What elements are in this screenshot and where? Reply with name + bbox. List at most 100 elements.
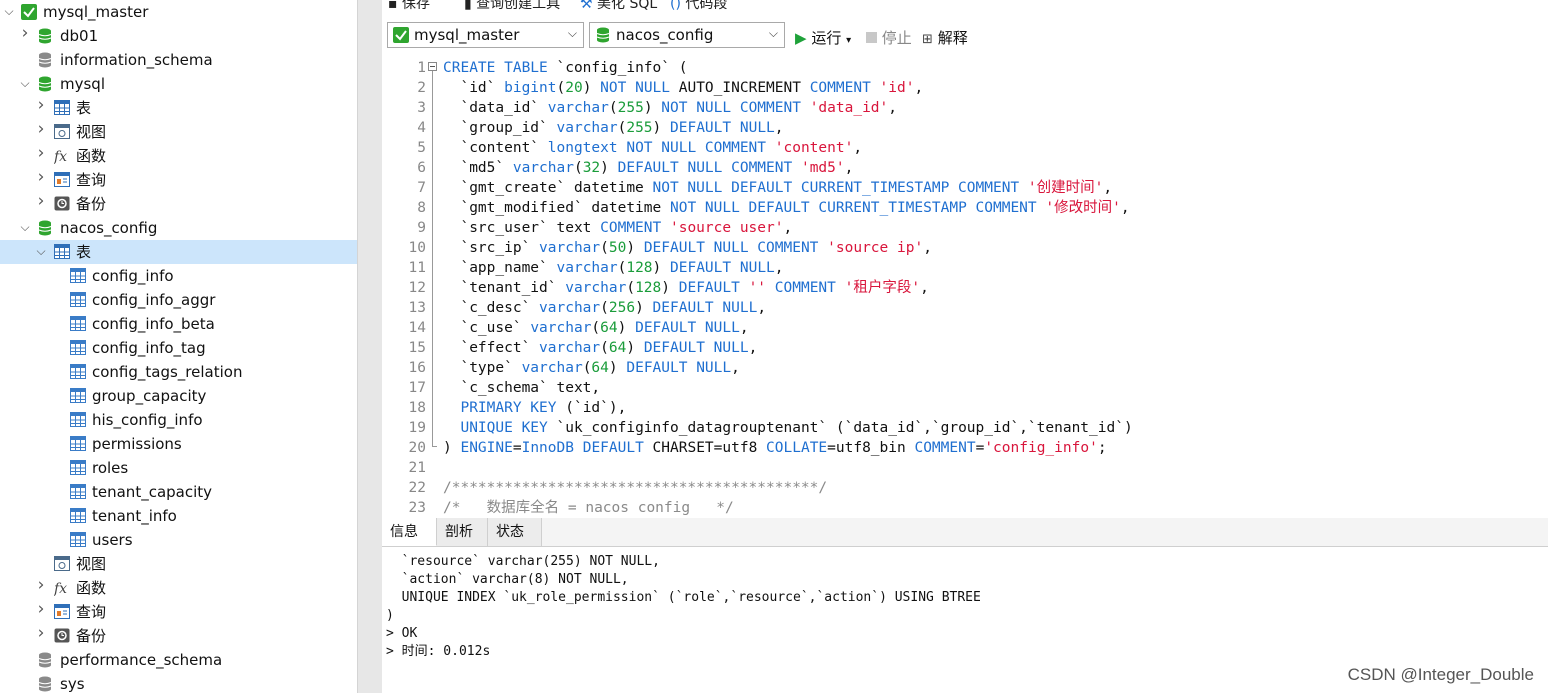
view-icon <box>54 556 70 572</box>
explain-icon: ⊞ <box>922 32 933 47</box>
chevron-down-icon[interactable]: ⌵ <box>20 77 30 89</box>
sidebar-item-group_capacity[interactable]: group_capacity <box>0 384 357 408</box>
sidebar-item-permissions[interactable]: permissions <box>0 432 357 456</box>
chevron-down-icon: ⌵ <box>768 26 778 40</box>
code-line: `src_ip` varchar(50) DEFAULT NULL COMMEN… <box>443 240 932 256</box>
chevron-down-icon[interactable]: ⌵ <box>20 221 30 233</box>
sidebar-item-view[interactable]: › 视图 <box>0 120 357 144</box>
chevron-right-icon[interactable]: › <box>36 169 46 186</box>
code-snippet-button[interactable]: () 代码段 <box>670 0 727 12</box>
query-builder-button[interactable]: ▮ 查询创建工具 <box>464 0 560 12</box>
table-icon <box>70 412 86 428</box>
sidebar-item-label: tenant_capacity <box>92 483 213 501</box>
chevron-right-icon[interactable]: › <box>36 577 46 594</box>
run-button[interactable]: ▶ 运行 ▾ <box>795 27 851 48</box>
sidebar-item-users[interactable]: users <box>0 528 357 552</box>
sidebar-item-mysql[interactable]: ⌵ mysql <box>0 72 357 96</box>
table-icon <box>70 364 86 380</box>
sidebar-item-label: 视图 <box>76 123 107 141</box>
sidebar-item-query[interactable]: › 查询 <box>0 168 357 192</box>
code-line: `md5` varchar(32) DEFAULT NULL COMMENT '… <box>443 160 854 176</box>
sidebar-splitter[interactable] <box>357 0 382 693</box>
sidebar-item-backup[interactable]: › 备份 <box>0 192 357 216</box>
database-gray-icon <box>38 652 54 668</box>
tab-info[interactable]: 信息 <box>382 518 437 546</box>
sidebar-item-table-folder[interactable]: ⌵ 表 <box>0 240 357 264</box>
line-number: 1 <box>417 60 426 76</box>
explain-button[interactable]: ⊞ 解释 <box>922 27 968 48</box>
code-line: UNIQUE KEY `uk_configinfo_datagrouptenan… <box>460 420 1133 436</box>
sidebar-item-function[interactable]: › fx 函数 <box>0 144 357 168</box>
chevron-right-icon[interactable]: › <box>36 145 46 162</box>
sidebar-item-backup[interactable]: › 备份 <box>0 624 357 648</box>
sidebar-item-performance_schema[interactable]: performance_schema <box>0 648 357 672</box>
table-icon <box>70 508 86 524</box>
stop-button[interactable]: 停止 <box>866 27 912 48</box>
sidebar-item-query[interactable]: › 查询 <box>0 600 357 624</box>
code-line: CREATE TABLE `config_info` ( <box>443 60 688 76</box>
line-number: 18 <box>408 400 426 416</box>
tab-profile[interactable]: 剖析 <box>437 518 488 546</box>
sidebar-item-label: group_capacity <box>92 387 207 405</box>
line-number: 19 <box>408 420 426 436</box>
database-select-value: nacos_config <box>616 26 714 44</box>
output-line: `action` varchar(8) NOT NULL, <box>386 572 629 587</box>
chevron-right-icon[interactable]: › <box>36 121 46 138</box>
caret-down-icon: ▾ <box>846 35 852 46</box>
sidebar-item-label: config_tags_relation <box>92 363 243 381</box>
sidebar-item-sys[interactable]: sys <box>0 672 357 693</box>
chevron-down-icon[interactable]: ⌵ <box>4 5 14 17</box>
line-number: 20 <box>408 440 426 456</box>
sidebar-item-config_info[interactable]: config_info <box>0 264 357 288</box>
code-line: `gmt_modified` datetime NOT NULL DEFAULT… <box>443 200 1130 216</box>
sidebar-item-information_schema[interactable]: information_schema <box>0 48 357 72</box>
sidebar-item-function[interactable]: › fx 函数 <box>0 576 357 600</box>
sidebar-item-label: 备份 <box>76 195 107 213</box>
sidebar-item-label: 函数 <box>76 579 107 597</box>
code-line: `src_user` text COMMENT 'source user', <box>443 220 793 236</box>
sidebar-item-roles[interactable]: roles <box>0 456 357 480</box>
database-select[interactable]: nacos_config ⌵ <box>589 22 785 48</box>
sidebar-item-tenant_capacity[interactable]: tenant_capacity <box>0 480 357 504</box>
connection-select[interactable]: mysql_master ⌵ <box>387 22 584 48</box>
chevron-down-icon[interactable]: ⌵ <box>36 245 46 257</box>
sidebar-item-nacos_config[interactable]: ⌵ nacos_config <box>0 216 357 240</box>
sidebar-item-mysql_master[interactable]: ⌵ mysql_master <box>0 0 357 24</box>
sidebar-item-his_config_info[interactable]: his_config_info <box>0 408 357 432</box>
sidebar-item-view[interactable]: 视图 <box>0 552 357 576</box>
sidebar-item-config_info_aggr[interactable]: config_info_aggr <box>0 288 357 312</box>
builder-icon: ▮ <box>464 0 477 12</box>
fold-toggle-icon[interactable] <box>428 62 437 71</box>
sidebar-item-tenant_info[interactable]: tenant_info <box>0 504 357 528</box>
line-number: 9 <box>417 220 426 236</box>
code-line: `app_name` varchar(128) DEFAULT NULL, <box>443 260 784 276</box>
svg-text:fx: fx <box>54 149 67 164</box>
code-line: /* 数据库全名 = nacos_config */ <box>443 500 734 515</box>
query-icon <box>54 604 70 620</box>
fold-guide <box>432 67 433 447</box>
chevron-right-icon[interactable]: › <box>20 25 30 42</box>
tab-status[interactable]: 状态 <box>488 518 542 546</box>
code-line: ) ENGINE=InnoDB DEFAULT CHARSET=utf8 COL… <box>443 440 1107 456</box>
sidebar-item-label: his_config_info <box>92 411 203 429</box>
save-button[interactable]: ▪ 保存 <box>388 0 430 12</box>
backup-icon <box>54 196 70 212</box>
line-number: 17 <box>408 380 426 396</box>
sidebar-item-config_tags_relation[interactable]: config_tags_relation <box>0 360 357 384</box>
sidebar-item-config_info_beta[interactable]: config_info_beta <box>0 312 357 336</box>
line-number: 8 <box>417 200 426 216</box>
sidebar-item-table-folder[interactable]: › 表 <box>0 96 357 120</box>
line-number: 3 <box>417 100 426 116</box>
sql-editor[interactable]: 1 2 3 4 5 6 7 8 9 10 11 12 13 14 15 16 17 18 19 20 21 22 23 CR… <box>382 57 1548 515</box>
chevron-right-icon[interactable]: › <box>36 97 46 114</box>
chevron-right-icon[interactable]: › <box>36 193 46 210</box>
database-icon <box>596 27 610 43</box>
chevron-right-icon[interactable]: › <box>36 625 46 642</box>
sidebar-item-config_info_tag[interactable]: config_info_tag <box>0 336 357 360</box>
sidebar-item-label: information_schema <box>60 51 213 69</box>
chevron-right-icon[interactable]: › <box>36 601 46 618</box>
query-icon <box>54 172 70 188</box>
sidebar-item-db01[interactable]: › db01 <box>0 24 357 48</box>
code-line: `tenant_id` varchar(128) DEFAULT '' COMM… <box>443 280 929 296</box>
beautify-sql-button[interactable]: ⚒ 美化 SQL <box>580 0 657 12</box>
